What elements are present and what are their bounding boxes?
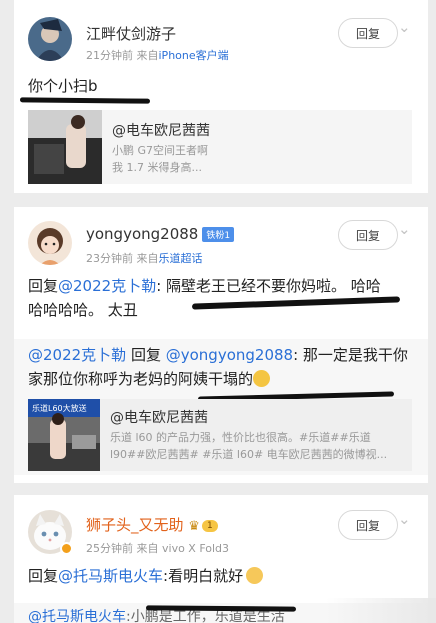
level-badge: 1 (201, 519, 218, 532)
link-card[interactable]: 乐道L60大放送 @电车欧尼茜茜 乐道 l60 的产品力强，性价比也很高。#乐道… (28, 399, 412, 471)
comment-line-1: 回复@2022克卜勒: 隔壁老王已经不要你妈啦。 哈哈 (28, 274, 414, 298)
quoted-line-1: @2022克卜勒 回复 @yongyong2088: 那一定是我干你 (28, 343, 414, 367)
username-text[interactable]: yongyong2088 (86, 225, 198, 243)
username[interactable]: 江畔仗剑游子 (86, 23, 176, 44)
link-card-desc: 小鹏 G7空间王者啊 我 1.7 米得身高... (112, 144, 209, 174)
reply-prefix: 回复 (28, 567, 59, 585)
quoted-comment[interactable]: @2022克卜勒 回复 @yongyong2088: 那一定是我干你 家那位你称… (14, 339, 428, 475)
video-thumbnail-icon (28, 110, 102, 184)
source-prefix: 来自 (136, 49, 159, 62)
mention-link[interactable]: @2022克卜勒 (58, 277, 156, 295)
quoted-text: @2022克卜勒 回复 @yongyong2088: 那一定是我干你 家那位你称… (28, 343, 414, 391)
mention-link[interactable]: @托马斯电火车 (28, 609, 126, 623)
avatar-image-icon (28, 17, 72, 61)
reply-button[interactable]: 回复 (338, 18, 398, 48)
link-card-title: @电车欧尼茜茜 (112, 123, 210, 139)
link-thumbnail (28, 110, 102, 184)
mention-link[interactable]: @2022克卜勒 (28, 346, 126, 364)
mention-link[interactable]: @托马斯电火车 (58, 567, 163, 585)
source-prefix: 来自 (136, 252, 159, 265)
chevron-down-icon[interactable]: ⌄ (398, 510, 411, 528)
avatar[interactable] (28, 221, 72, 265)
mention-link[interactable]: @yongyong2088 (166, 346, 293, 364)
comment-text: 你个小扫b (28, 77, 98, 95)
comment-card-2: yongyong2088 铁粉1 23分钟前 来自乐道超话 回复 ⌄ 回复@202… (14, 207, 428, 483)
avatar-image-icon (28, 221, 72, 265)
username: 狮子头_又无助 ♛ 1 (86, 514, 218, 535)
comment-time: 25分钟前 (86, 542, 133, 555)
comment-time: 21分钟前 (86, 49, 133, 62)
comment-time: 23分钟前 (86, 252, 133, 265)
fan-badge: 铁粉1 (202, 227, 235, 242)
chevron-down-icon[interactable]: ⌄ (398, 220, 411, 238)
comment-meta: 25分钟前 来自 vivo X Fold3 (86, 540, 229, 556)
link-thumbnail: 乐道L60大放送 (28, 399, 100, 471)
quoted-reply-word: 回复 (126, 346, 166, 364)
source-link[interactable]: 乐道超话 (159, 252, 203, 265)
reply-prefix: 回复 (28, 277, 59, 295)
username: yongyong2088 铁粉1 (86, 225, 235, 243)
watermark-fade (326, 598, 436, 623)
source-device: vivo X Fold3 (162, 542, 230, 555)
avatar[interactable] (28, 17, 72, 61)
quoted-line-2-text: 家那位你称呼为老妈的阿姨干塌的 (28, 370, 254, 388)
scribble-stroke (19, 97, 151, 104)
thumbnail-caption: 乐道L60大放送 (32, 403, 87, 413)
reply-button[interactable]: 回复 (338, 220, 398, 250)
comment-meta: 21分钟前 来自iPhone客户端 (86, 47, 229, 63)
crown-icon: ♛ (188, 519, 200, 534)
reply-button[interactable]: 回复 (338, 510, 398, 540)
verified-badge-icon (60, 542, 73, 555)
comment-meta: 23分钟前 来自乐道超话 (86, 250, 203, 266)
video-thumbnail-icon: 乐道L60大放送 (28, 399, 100, 471)
quoted-text-rest: : 那一定是我干你 (293, 346, 408, 364)
link-card[interactable]: @电车欧尼茜茜 小鹏 G7空间王者啊 我 1.7 米得身高... (28, 110, 412, 184)
comment-text-rest: :看明白就好 (163, 567, 244, 585)
source-prefix: 来自 (136, 542, 159, 555)
chevron-down-icon[interactable]: ⌄ (398, 18, 411, 36)
comment-card-1: 江畔仗剑游子 21分钟前 来自iPhone客户端 回复 ⌄ 你个小扫b @电车欧… (14, 0, 428, 193)
source-link[interactable]: iPhone客户端 (159, 49, 229, 62)
quoted-line-2: 家那位你称呼为老妈的阿姨干塌的 (28, 367, 414, 391)
comment-text-rest: : 隔壁老王已经不要你妈啦。 哈哈 (156, 277, 381, 295)
comment-text: 回复@托马斯电火车:看明白就好 (28, 564, 414, 588)
username-text[interactable]: 狮子头_又无助 (86, 516, 184, 534)
grin-emoji-icon (246, 567, 264, 584)
link-card-title: @电车欧尼茜茜 (110, 410, 208, 426)
laughing-emoji-icon (253, 370, 271, 387)
link-card-desc: 乐道 l60 的产品力强，性价比也很高。#乐道##乐道 l90##欧尼茜茜# #… (110, 431, 388, 461)
